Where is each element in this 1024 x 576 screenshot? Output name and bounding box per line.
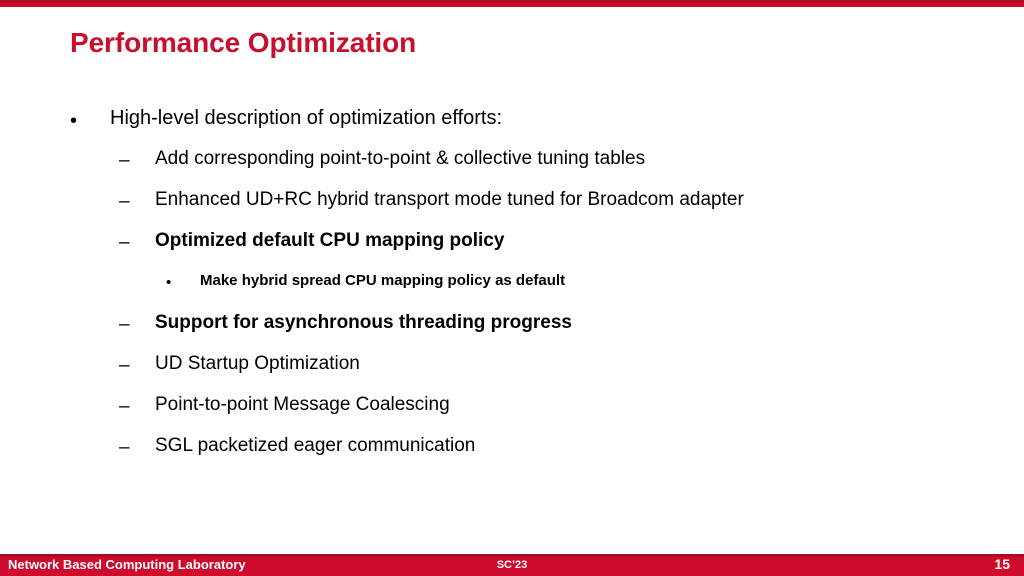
bullet-text: SGL packetized eager communication xyxy=(155,435,476,456)
slide-title: Performance Optimization xyxy=(70,27,417,58)
bullet-text: Support for asynchronous threading progr… xyxy=(155,312,572,333)
bullet-item: – Optimized default CPU mapping policy xyxy=(0,229,1024,270)
top-accent-bar-shade xyxy=(0,0,1024,3)
bullet-marker-icon: – xyxy=(119,314,130,335)
bullet-text: Make hybrid spread CPU mapping policy as… xyxy=(200,272,566,289)
bullet-item: – SGL packetized eager communication xyxy=(0,434,1024,475)
bullet-marker-icon: – xyxy=(119,355,130,376)
bullet-text: Add corresponding point-to-point & colle… xyxy=(155,148,646,169)
bullet-item: – Support for asynchronous threading prog… xyxy=(0,311,1024,352)
bullet-marker-icon: • xyxy=(70,110,78,132)
bullet-item: – Point-to-point Message Coalescing xyxy=(0,393,1024,434)
bullet-list: • High-level description of optimization … xyxy=(0,106,1024,475)
bullet-text: UD Startup Optimization xyxy=(155,353,360,374)
bullet-text: Point-to-point Message Coalescing xyxy=(155,394,450,415)
bullet-marker-icon: – xyxy=(119,232,130,253)
bullet-marker-icon: – xyxy=(119,396,130,417)
bullet-text: Enhanced UD+RC hybrid transport mode tun… xyxy=(155,189,744,210)
bullet-item: • High-level description of optimization … xyxy=(0,106,1024,147)
top-accent-bar xyxy=(0,0,1024,7)
footer-venue: SC’23 xyxy=(496,559,528,571)
bullet-item: – Enhanced UD+RC hybrid transport mode tu… xyxy=(0,188,1024,229)
bullet-marker-icon: – xyxy=(119,191,130,212)
bullet-item: – UD Startup Optimization xyxy=(0,352,1024,393)
bullet-text: High-level description of optimization e… xyxy=(110,107,503,129)
bullet-marker-icon: – xyxy=(119,150,130,171)
bullet-item: • Make hybrid spread CPU mapping policy a… xyxy=(0,270,1024,311)
bullet-text: Optimized default CPU mapping policy xyxy=(155,230,505,251)
bullet-marker-icon: • xyxy=(166,274,172,291)
bullet-marker-icon: – xyxy=(119,437,130,458)
footer-page-number: 15 xyxy=(994,556,1010,572)
slide-footer: Network Based Computing Laboratory SC’23… xyxy=(0,554,1024,576)
bullet-item: – Add corresponding point-to-point & coll… xyxy=(0,147,1024,188)
